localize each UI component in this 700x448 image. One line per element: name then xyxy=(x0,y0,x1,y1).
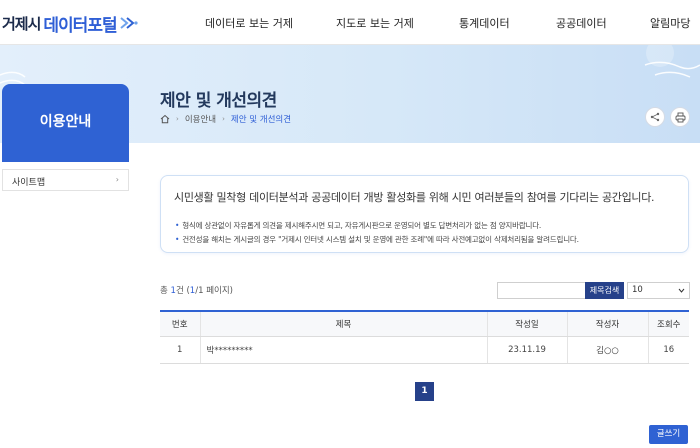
col-date: 작성일 xyxy=(487,311,568,337)
pagination-current-page[interactable]: 1 xyxy=(415,382,434,401)
breadcrumb-guide[interactable]: 이용안내 xyxy=(185,113,216,125)
count-suffix: /1 페이지) xyxy=(195,286,233,296)
table-row[interactable]: 1 박********* 23.11.19 김○○ 16 xyxy=(160,336,689,364)
count-mid: 건 ( xyxy=(175,286,190,296)
search-input[interactable] xyxy=(497,282,586,299)
notice-item: • 건전성을 해치는 게시글의 경우 "거제시 인터넷 시스템 설치 및 운영에 … xyxy=(175,234,579,245)
nav-public-data[interactable]: 공공데이터 xyxy=(556,15,607,31)
cell-author: 김○○ xyxy=(567,336,649,364)
notice-item: • 형식에 상관없이 자유롭게 의견을 제시해주시면 되고, 자유게시판으로 운영… xyxy=(175,220,541,231)
notice-item-text: 형식에 상관없이 자유롭게 의견을 제시해주시면 되고, 자유게시판으로 운영되… xyxy=(182,221,542,230)
notice-item-text: 건전성을 해치는 게시글의 경우 "거제시 인터넷 시스템 설치 및 운영에 관… xyxy=(182,235,579,244)
table-header-row: 번호 제목 작성일 작성자 조회수 xyxy=(160,311,689,337)
cell-date: 23.11.19 xyxy=(487,336,568,364)
nav-data-geoje[interactable]: 데이터로 보는 거제 xyxy=(205,15,293,31)
col-title: 제목 xyxy=(200,311,488,337)
page-size-select[interactable]: 10 xyxy=(627,282,690,299)
breadcrumb: › 이용안내 › 제안 및 개선의견 xyxy=(160,113,291,125)
page-title: 제안 및 개선의견 xyxy=(160,91,277,111)
write-button[interactable]: 글쓰기 xyxy=(649,425,688,444)
chevron-right-icon: › xyxy=(115,175,119,184)
notice-main-text: 시민생활 밀착형 데이터분석과 공공데이터 개방 활성화를 위해 시민 여러분들… xyxy=(174,191,655,204)
bullet-icon: • xyxy=(175,221,180,230)
share-button[interactable] xyxy=(645,107,665,127)
col-views: 조회수 xyxy=(648,311,689,337)
sidebar-item-sitemap[interactable]: 사이트맵 › xyxy=(2,169,129,191)
cell-title-link[interactable]: 박********* xyxy=(200,336,488,364)
board-table: 번호 제목 작성일 작성자 조회수 1 박********* 23.11.19 … xyxy=(160,310,689,364)
chevron-down-icon xyxy=(678,288,685,293)
nav-map-geoje[interactable]: 지도로 보는 거제 xyxy=(336,15,414,31)
notice-box: 시민생활 밀착형 데이터분석과 공공데이터 개방 활성화를 위해 시민 여러분들… xyxy=(160,175,689,253)
nav-statistics[interactable]: 통계데이터 xyxy=(459,15,510,31)
print-icon xyxy=(675,112,685,122)
home-icon[interactable] xyxy=(160,114,170,124)
title-search-button[interactable]: 제목검색 xyxy=(585,282,624,299)
main-nav: 데이터로 보는 거제 지도로 보는 거제 통계데이터 공공데이터 알림마당 xyxy=(0,0,700,45)
sidebar-item-label: 사이트맵 xyxy=(12,178,46,188)
post-count: 총 1건 (1/1 페이지) xyxy=(160,284,233,296)
breadcrumb-current[interactable]: 제안 및 개선의견 xyxy=(231,113,291,125)
share-icon xyxy=(650,112,660,122)
col-author: 작성자 xyxy=(567,311,649,337)
count-prefix: 총 xyxy=(160,286,171,296)
breadcrumb-separator: › xyxy=(176,115,179,123)
site-header: 거제시 데이터포털 데이터로 보는 거제 지도로 보는 거제 통계데이터 공공데… xyxy=(0,0,700,45)
nav-notice-board[interactable]: 알림마당 xyxy=(650,15,690,31)
sidebar-header: 이용안내 xyxy=(2,84,129,162)
bullet-icon: • xyxy=(175,235,180,244)
col-number: 번호 xyxy=(160,311,201,337)
breadcrumb-separator: › xyxy=(222,115,225,123)
cell-views: 16 xyxy=(648,336,689,364)
sidebar-title: 이용안내 xyxy=(39,114,92,130)
page-size-value: 10 xyxy=(632,285,643,295)
print-button[interactable] xyxy=(670,107,690,127)
cell-number: 1 xyxy=(160,336,201,364)
